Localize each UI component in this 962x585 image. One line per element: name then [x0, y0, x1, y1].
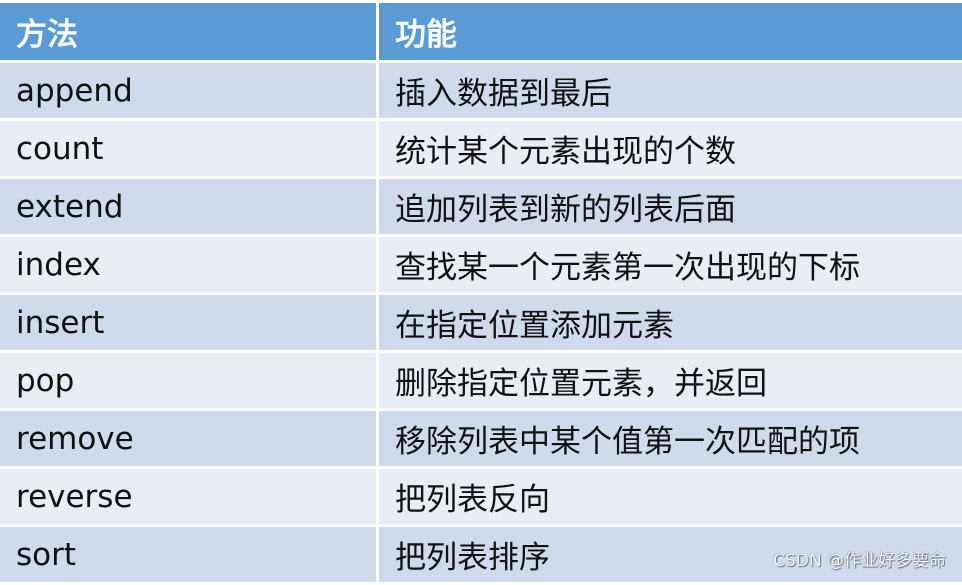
method-cell: reverse	[0, 469, 379, 527]
method-cell: index	[0, 237, 379, 295]
table-row: remove 移除列表中某个值第一次匹配的项	[0, 411, 962, 469]
method-cell: count	[0, 121, 379, 179]
table-row: count 统计某个元素出现的个数	[0, 121, 962, 179]
list-methods-table: 方法 功能 append 插入数据到最后 count 统计某个元素出现的个数 e…	[0, 0, 962, 585]
header-method: 方法	[0, 0, 379, 63]
method-cell: extend	[0, 179, 379, 237]
table-row: sort 把列表排序	[0, 527, 962, 585]
function-cell: 统计某个元素出现的个数	[379, 121, 962, 179]
method-cell: pop	[0, 353, 379, 411]
table-row: pop 删除指定位置元素，并返回	[0, 353, 962, 411]
table-header-row: 方法 功能	[0, 0, 962, 63]
table-row: append 插入数据到最后	[0, 63, 962, 121]
function-cell: 把列表反向	[379, 469, 962, 527]
method-cell: append	[0, 63, 379, 121]
method-cell: sort	[0, 527, 379, 585]
function-cell: 追加列表到新的列表后面	[379, 179, 962, 237]
function-cell: 查找某一个元素第一次出现的下标	[379, 237, 962, 295]
table-row: index 查找某一个元素第一次出现的下标	[0, 237, 962, 295]
table-row: insert 在指定位置添加元素	[0, 295, 962, 353]
method-cell: remove	[0, 411, 379, 469]
function-cell: 把列表排序	[379, 527, 962, 585]
table-row: reverse 把列表反向	[0, 469, 962, 527]
function-cell: 删除指定位置元素，并返回	[379, 353, 962, 411]
method-cell: insert	[0, 295, 379, 353]
header-function: 功能	[379, 0, 962, 63]
table-row: extend 追加列表到新的列表后面	[0, 179, 962, 237]
function-cell: 插入数据到最后	[379, 63, 962, 121]
function-cell: 在指定位置添加元素	[379, 295, 962, 353]
function-cell: 移除列表中某个值第一次匹配的项	[379, 411, 962, 469]
